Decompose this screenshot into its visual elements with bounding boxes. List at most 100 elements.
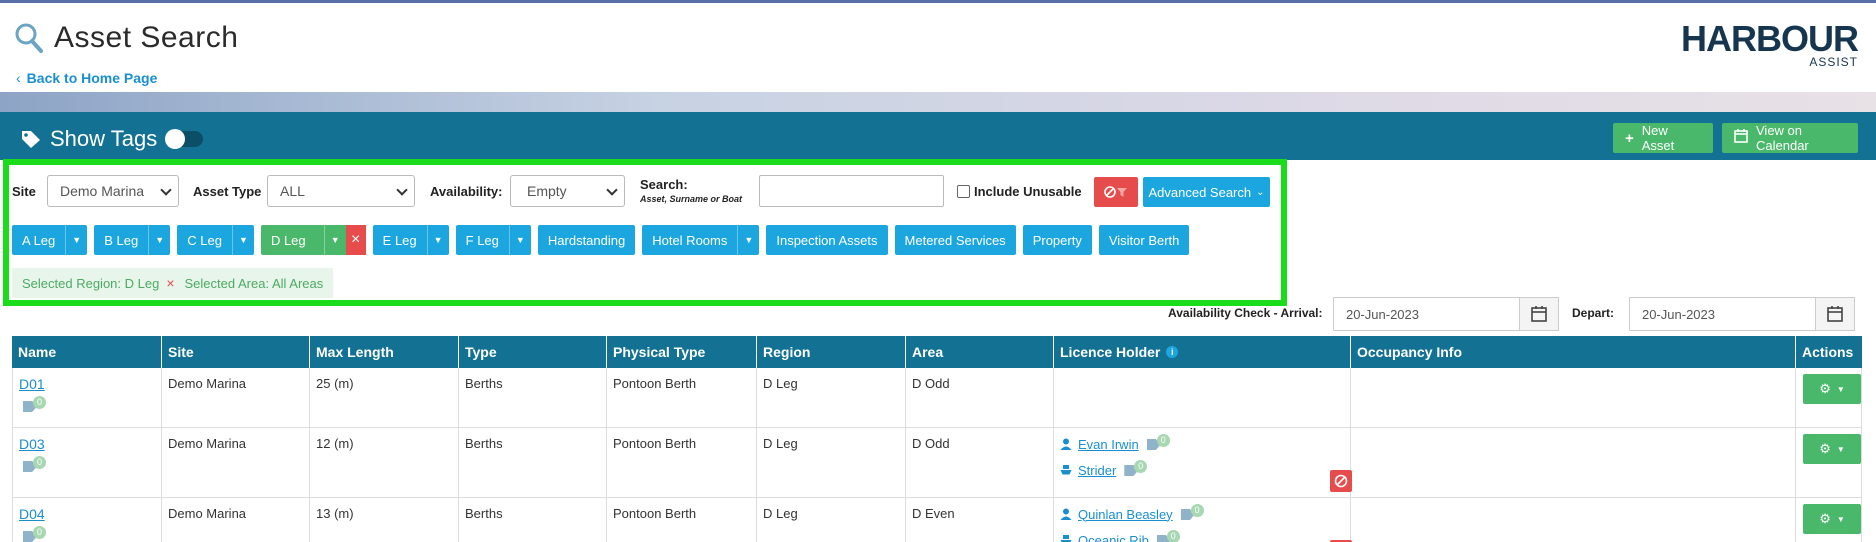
column-label: Name bbox=[18, 344, 57, 360]
tag-icon[interactable]: 0 bbox=[1153, 530, 1180, 542]
chevron-left-icon: ‹ bbox=[16, 70, 21, 86]
table-row: D04 0 Demo Marina 13 (m) Berths Pontoon … bbox=[12, 498, 1862, 542]
show-tags-toggle[interactable]: Show Tags bbox=[20, 126, 204, 152]
area-cell: D Odd bbox=[906, 428, 1054, 497]
column-header[interactable]: Region bbox=[757, 336, 906, 368]
column-header[interactable]: Type bbox=[459, 336, 607, 368]
site-cell: Demo Marina bbox=[162, 498, 310, 542]
holder-person: Quinlan Beasley 0 bbox=[1060, 504, 1344, 522]
asset-link[interactable]: D01 bbox=[19, 376, 45, 392]
column-header[interactable]: Occupancy Info bbox=[1351, 336, 1796, 368]
column-label: Actions bbox=[1802, 344, 1854, 360]
actions-button[interactable]: ⚙ ▼ bbox=[1803, 374, 1861, 404]
caret-down-icon: ▼ bbox=[1836, 444, 1845, 454]
physical-type-cell: Pontoon Berth bbox=[607, 368, 757, 427]
show-tags-switch[interactable] bbox=[165, 129, 204, 149]
table-row: D03 0 Demo Marina 12 (m) Berths Pontoon … bbox=[12, 428, 1862, 498]
column-header[interactable]: Actions bbox=[1796, 336, 1862, 368]
column-label: Max Length bbox=[316, 344, 394, 360]
tag-icon[interactable]: 0 bbox=[19, 456, 46, 474]
arrival-date-input[interactable]: 20-Jun-2023 bbox=[1333, 297, 1520, 331]
arrival-calendar-button[interactable] bbox=[1519, 297, 1559, 331]
column-header[interactable]: Name bbox=[12, 336, 162, 368]
holder-person: Evan Irwin 0 bbox=[1060, 434, 1344, 452]
actions-button[interactable]: ⚙ ▼ bbox=[1803, 504, 1861, 534]
calendar-icon bbox=[1734, 129, 1748, 147]
tag-icon[interactable]: 0 bbox=[1143, 434, 1170, 452]
tag-icon[interactable]: 0 bbox=[19, 526, 46, 542]
column-header[interactable]: Licence Holder i bbox=[1054, 336, 1351, 368]
page-title: Asset Search bbox=[54, 21, 239, 54]
actions-button[interactable]: ⚙ ▼ bbox=[1803, 434, 1861, 464]
new-asset-button[interactable]: + New Asset bbox=[1613, 123, 1713, 153]
caret-down-icon: ▼ bbox=[1836, 514, 1845, 524]
column-header[interactable]: Max Length bbox=[310, 336, 459, 368]
asset-link[interactable]: D04 bbox=[19, 506, 45, 522]
boat-icon bbox=[1060, 464, 1072, 476]
back-link-label: Back to Home Page bbox=[26, 70, 158, 86]
licence-holder-cell: Quinlan Beasley 0 Oceanic Rib 0 bbox=[1054, 498, 1352, 542]
tag-count: 0 bbox=[33, 456, 46, 469]
logo-brand: HARBOUR bbox=[1681, 18, 1859, 59]
column-label: Site bbox=[168, 344, 194, 360]
back-to-home-link[interactable]: ‹ Back to Home Page bbox=[16, 70, 157, 86]
physical-type-cell: Pontoon Berth bbox=[607, 498, 757, 542]
type-cell: Berths bbox=[459, 368, 607, 427]
column-header[interactable]: Site bbox=[162, 336, 310, 368]
arrival-label: Availability Check - Arrival: bbox=[1168, 306, 1323, 320]
actions-cell: ⚙ ▼ bbox=[1796, 368, 1862, 427]
calendar-icon bbox=[1531, 306, 1547, 322]
asset-link[interactable]: D03 bbox=[19, 436, 45, 452]
licence-holder-cell: Evan Irwin 0 Strider 0 bbox=[1054, 428, 1352, 497]
tag-count: 0 bbox=[33, 526, 46, 539]
arrival-date-value: 20-Jun-2023 bbox=[1346, 306, 1419, 322]
column-header[interactable]: Physical Type bbox=[607, 336, 757, 368]
view-calendar-label: View on Calendar bbox=[1756, 123, 1809, 153]
gears-icon: ⚙ bbox=[1819, 381, 1831, 396]
tag-count: 0 bbox=[1190, 504, 1204, 517]
block-icon[interactable] bbox=[1330, 470, 1352, 492]
licence-holder-cell bbox=[1054, 368, 1351, 427]
tag-icon[interactable]: 0 bbox=[1120, 460, 1148, 478]
name-cell: D03 0 bbox=[12, 428, 162, 497]
title-wrap: Asset Search bbox=[14, 21, 238, 55]
boat-icon bbox=[1060, 534, 1072, 542]
show-tags-label: Show Tags bbox=[50, 126, 158, 151]
tags-icon bbox=[22, 131, 40, 148]
person-link[interactable]: Evan Irwin bbox=[1078, 437, 1139, 452]
column-label: Area bbox=[912, 344, 944, 360]
boat-link[interactable]: Strider bbox=[1078, 463, 1116, 478]
area-cell: D Even bbox=[906, 498, 1054, 542]
person-link[interactable]: Quinlan Beasley bbox=[1078, 507, 1173, 522]
holder-boat: Strider 0 bbox=[1060, 460, 1344, 478]
physical-type-cell: Pontoon Berth bbox=[607, 428, 757, 497]
name-cell: D04 0 bbox=[12, 498, 162, 542]
depart-date-input[interactable]: 20-Jun-2023 bbox=[1629, 297, 1816, 331]
column-header[interactable]: Area bbox=[906, 336, 1054, 368]
new-asset-label: New Asset bbox=[1641, 123, 1675, 153]
plus-icon: + bbox=[1625, 129, 1634, 147]
depart-label: Depart: bbox=[1572, 306, 1615, 320]
info-icon[interactable]: i bbox=[1166, 346, 1179, 358]
tag-icon[interactable]: 0 bbox=[1177, 504, 1204, 522]
person-icon bbox=[1060, 438, 1072, 450]
region-cell: D Leg bbox=[757, 428, 906, 497]
actions-cell: ⚙ ▼ bbox=[1796, 428, 1862, 497]
max-length-cell: 12 (m) bbox=[310, 428, 459, 497]
table-header: Name Site Max Length Type Physical Type … bbox=[12, 336, 1862, 368]
boat-link[interactable]: Oceanic Rib bbox=[1078, 533, 1149, 542]
tag-count: 0 bbox=[1134, 460, 1148, 473]
gears-icon: ⚙ bbox=[1819, 511, 1831, 526]
harbour-assist-logo: HARBOUR ASSIST bbox=[1681, 18, 1859, 70]
depart-calendar-button[interactable] bbox=[1815, 297, 1855, 331]
tag-count: 0 bbox=[33, 396, 46, 409]
tag-icon[interactable]: 0 bbox=[19, 396, 46, 414]
person-icon bbox=[1060, 508, 1072, 520]
view-on-calendar-button[interactable]: View on Calendar bbox=[1722, 123, 1858, 153]
max-length-cell: 25 (m) bbox=[310, 368, 459, 427]
column-label: Region bbox=[763, 344, 811, 360]
site-cell: Demo Marina bbox=[162, 428, 310, 497]
toolbar: Show Tags + New Asset View on Calendar bbox=[0, 112, 1876, 160]
occupancy-cell bbox=[1351, 498, 1796, 542]
tag-count: 0 bbox=[1156, 434, 1170, 447]
